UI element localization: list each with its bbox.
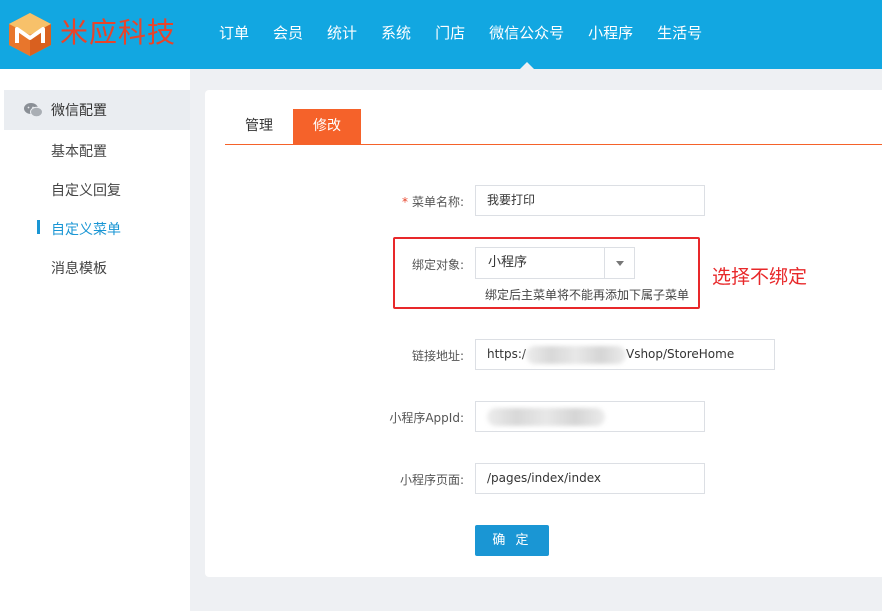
- nav-item-stores[interactable]: 门店: [423, 0, 477, 69]
- appid-input[interactable]: [475, 401, 705, 432]
- main-nav: 订单 会员 统计 系统 门店 微信公众号 小程序 生活号: [207, 0, 714, 69]
- menu-name-label-text: 菜单名称:: [411, 195, 464, 209]
- page-path-input[interactable]: /pages/index/index: [475, 463, 705, 494]
- nav-item-life-account[interactable]: 生活号: [645, 0, 714, 69]
- annotation-text: 选择不绑定: [712, 266, 808, 288]
- required-mark: *: [401, 195, 408, 209]
- menu-name-input[interactable]: 我要打印: [475, 185, 705, 216]
- appid-label: 小程序AppId:: [389, 411, 464, 425]
- chevron-down-icon: [615, 260, 624, 266]
- nav-item-statistics[interactable]: 统计: [315, 0, 369, 69]
- sidebar-item-basic-config[interactable]: 基本配置: [51, 141, 107, 161]
- tab-bar: 管理 修改: [225, 109, 882, 145]
- nav-item-system[interactable]: 系统: [369, 0, 423, 69]
- nav-item-wechat-official[interactable]: 微信公众号: [477, 0, 576, 69]
- bind-target-help: 绑定后主菜单将不能再添加下属子菜单: [485, 288, 690, 302]
- page-path-label: 小程序页面:: [399, 473, 464, 487]
- bind-target-label: 绑定对象:: [411, 258, 464, 272]
- sidebar-item-custom-reply[interactable]: 自定义回复: [51, 180, 121, 200]
- link-url-prefix: https:/: [487, 347, 526, 361]
- tab-manage[interactable]: 管理: [225, 109, 293, 144]
- link-url-input[interactable]: https:/ Vshop/StoreHome: [475, 339, 775, 370]
- tab-edit[interactable]: 修改: [293, 109, 361, 144]
- nav-item-mini-program[interactable]: 小程序: [576, 0, 645, 69]
- sidebar-item-message-template[interactable]: 消息模板: [51, 258, 107, 278]
- sidebar-item-custom-menu[interactable]: 自定义菜单: [51, 219, 121, 239]
- sidebar: 微信配置 基本配置 自定义回复 自定义菜单 消息模板: [0, 69, 190, 611]
- nav-item-orders[interactable]: 订单: [207, 0, 261, 69]
- main-panel: 管理 修改 * 菜单名称: 我要打印 绑定对象: 小程序 绑定后主菜单将不能再添加…: [205, 90, 882, 577]
- redacted-domain: [525, 345, 626, 364]
- link-url-label: 链接地址:: [411, 349, 464, 363]
- wechat-icon: [24, 103, 43, 118]
- nav-item-members[interactable]: 会员: [261, 0, 315, 69]
- cube-logo-icon: [9, 13, 51, 56]
- redacted-appid: [487, 407, 605, 426]
- confirm-button[interactable]: 确 定: [475, 525, 549, 556]
- top-navbar: 米应科技 订单 会员 统计 系统 门店 微信公众号 小程序 生活号: [0, 0, 882, 69]
- select-arrow[interactable]: [604, 248, 634, 278]
- bind-target-select[interactable]: 小程序: [475, 247, 635, 279]
- bind-target-value: 小程序: [488, 255, 528, 270]
- brand-name: 米应科技: [60, 16, 177, 49]
- link-url-suffix: Vshop/StoreHome: [625, 347, 735, 361]
- active-item-marker: [37, 220, 40, 234]
- menu-name-label: * 菜单名称:: [402, 193, 464, 210]
- sidebar-section-title: 微信配置: [51, 103, 107, 119]
- sidebar-section-header: 微信配置: [4, 90, 190, 130]
